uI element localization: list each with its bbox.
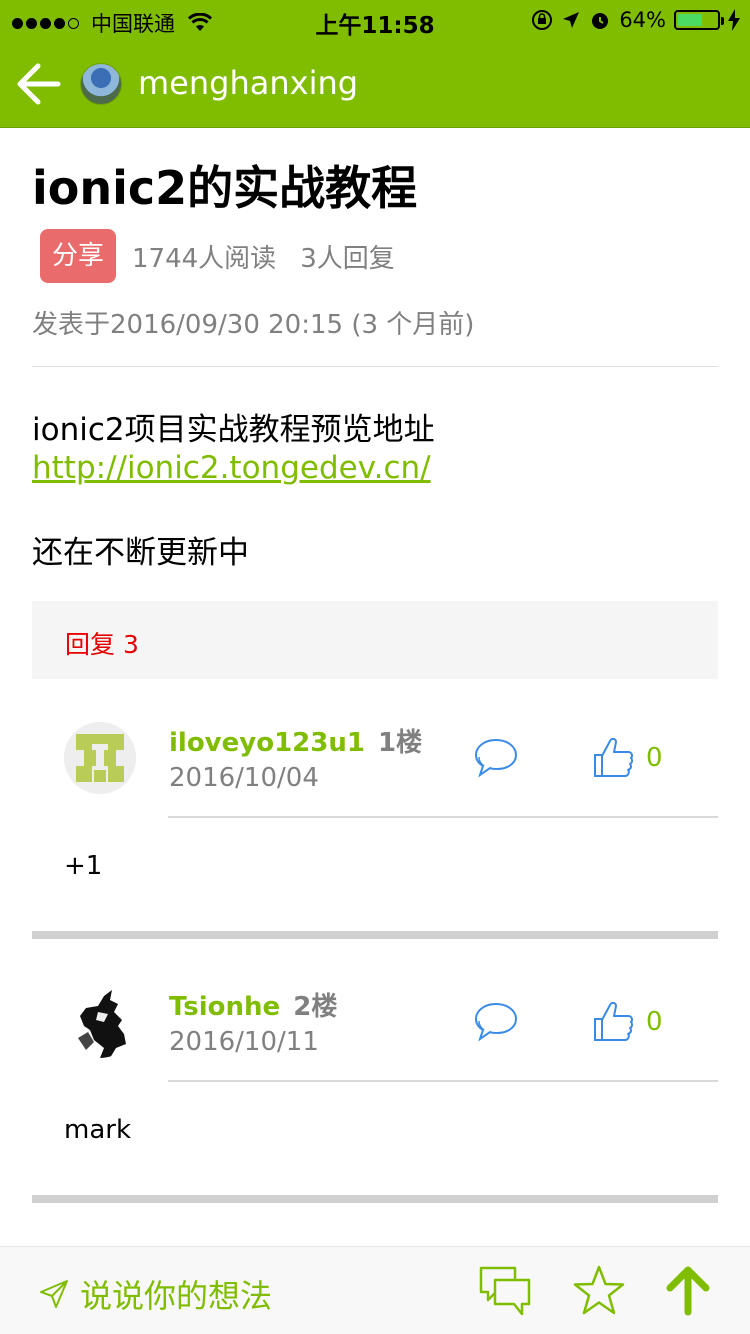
article-title: ionic2的实战教程 [32,161,418,215]
reply-count: 3人回复 [300,243,395,274]
reply-item: iloveyo123u1 1楼 2016/10/04 0 +1 [32,679,718,943]
comments-icon[interactable] [478,1264,532,1318]
nav-bar: menghanxing [0,40,750,128]
alarm-icon [592,13,609,29]
reply-body: mark [64,1115,132,1145]
arrow-up-icon[interactable] [664,1266,712,1316]
reply-body: +1 [64,851,103,881]
author-avatar[interactable] [80,63,122,105]
location-icon [563,12,580,28]
rotation-lock-icon [532,10,553,30]
speech-bubble-icon[interactable] [472,1000,520,1044]
reply-divider [32,931,718,939]
divider [32,366,718,367]
bottom-toolbar: 说说你的想法 [0,1246,750,1334]
comment-input[interactable]: 说说你的想法 [38,1271,272,1317]
status-right: 64% [531,8,740,32]
content-text: ionic2项目实战教程预览地址 [32,412,435,448]
back-arrow-icon[interactable] [14,60,64,108]
like-count: 0 [646,1007,663,1037]
like-count: 0 [646,743,663,773]
speech-bubble-icon[interactable] [472,736,520,780]
thumbs-up-icon[interactable] [592,735,636,779]
content-link[interactable]: http://ionic2.tongedev.cn/ [32,450,431,486]
charging-icon [728,9,740,31]
app-header: 中国联通 上午11:58 64% menghanxing [0,0,750,128]
identicon-image [64,722,136,794]
reply-floor: 2楼 [293,992,338,1022]
user-avatar[interactable] [64,722,136,794]
user-avatar[interactable] [64,986,136,1058]
reply-divider [32,1195,718,1203]
reply-author[interactable]: iloveyo123u1 [169,728,365,758]
reply-section-title: 回复 3 [65,630,139,659]
battery-percent: 64% [619,8,666,32]
category-tag: 分享 [40,229,117,283]
godzilla-avatar-image [64,986,136,1058]
battery-fill [678,14,703,26]
article-meta: 分享 1744人阅读 3人回复 [40,229,395,283]
reply-section-header: 回复 3 [32,601,718,679]
battery-icon [674,10,724,30]
reply-floor: 1楼 [378,728,423,758]
nav-title: menghanxing [138,64,359,102]
posted-time: 发表于2016/09/30 20:15 (3 个月前) [32,310,475,340]
reply-separator [168,816,718,818]
content-text-2: 还在不断更新中 [32,535,249,571]
read-count: 1744人阅读 [132,243,277,274]
star-icon[interactable] [572,1264,626,1318]
status-bar: 中国联通 上午11:58 64% [0,0,750,40]
reply-author[interactable]: Tsionhe [169,992,280,1022]
reply-separator [168,1080,718,1082]
reply-author-line: Tsionhe 2楼 [169,986,337,1023]
reply-date: 2016/10/04 [169,763,319,793]
comment-placeholder: 说说你的想法 [80,1277,273,1315]
reply-author-line: iloveyo123u1 1楼 [169,722,422,759]
thumbs-up-icon[interactable] [592,999,636,1043]
reply-date: 2016/10/11 [169,1027,319,1057]
send-icon [40,1280,68,1308]
reply-item: Tsionhe 2楼 2016/10/11 0 mark [32,943,718,1207]
